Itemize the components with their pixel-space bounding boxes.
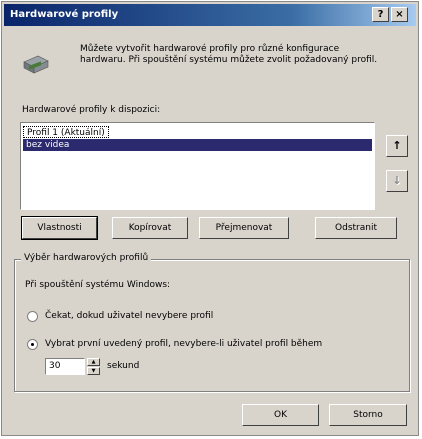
startup-label: Při spouštění systému Windows: [25,280,171,290]
auto-option-label[interactable]: Vybrat první uvedený profil, nevybere-li… [45,339,322,349]
timeout-spinner[interactable]: ▲ ▼ [87,358,100,375]
close-button[interactable]: × [391,7,408,22]
window-title: Hardwarové profily [10,9,119,20]
hardware-profiles-dialog: Hardwarové profily ? × Můžete vytvořit h… [1,1,419,436]
help-button[interactable]: ? [372,7,389,22]
ok-button[interactable]: OK [242,404,319,426]
wait-radio[interactable] [27,311,38,322]
profiles-list-label: Hardwarové profily k dispozici: [22,105,161,115]
timeout-input[interactable]: 30 [45,358,85,375]
delete-button[interactable]: Odstranit [315,217,397,239]
computer-icon [23,55,49,74]
timeout-unit: sekund [107,361,140,371]
cancel-button[interactable]: Storno [329,404,407,426]
intro-text: Můžete vytvořit hardwarové profily pro r… [80,44,378,65]
wait-option-label[interactable]: Čekat, dokud uživatel nevybere profil [45,311,213,321]
profiles-list[interactable]: Profil 1 (Aktuální) bez videa [20,122,375,210]
auto-select-radio[interactable] [27,339,38,350]
title-bar[interactable]: Hardwarové profily ? × [4,4,416,26]
properties-button[interactable]: Vlastnosti [21,216,98,240]
profile-selection-group: Výběr hardwarových profilů Při spouštění… [14,253,410,392]
spin-up-arrow-icon[interactable]: ▲ [87,358,100,366]
move-up-button[interactable]: ↑ [386,135,408,157]
copy-button[interactable]: Kopírovat [112,217,188,239]
spin-down-arrow-icon[interactable]: ▼ [87,367,100,375]
list-item-selected[interactable]: bez videa [23,139,372,151]
move-down-button[interactable]: ↓ [386,170,408,192]
rename-button[interactable]: Přejmenovat [199,217,289,239]
group-title: Výběr hardwarových profilů [21,253,152,263]
list-item[interactable]: Profil 1 (Aktuální) [23,126,109,138]
